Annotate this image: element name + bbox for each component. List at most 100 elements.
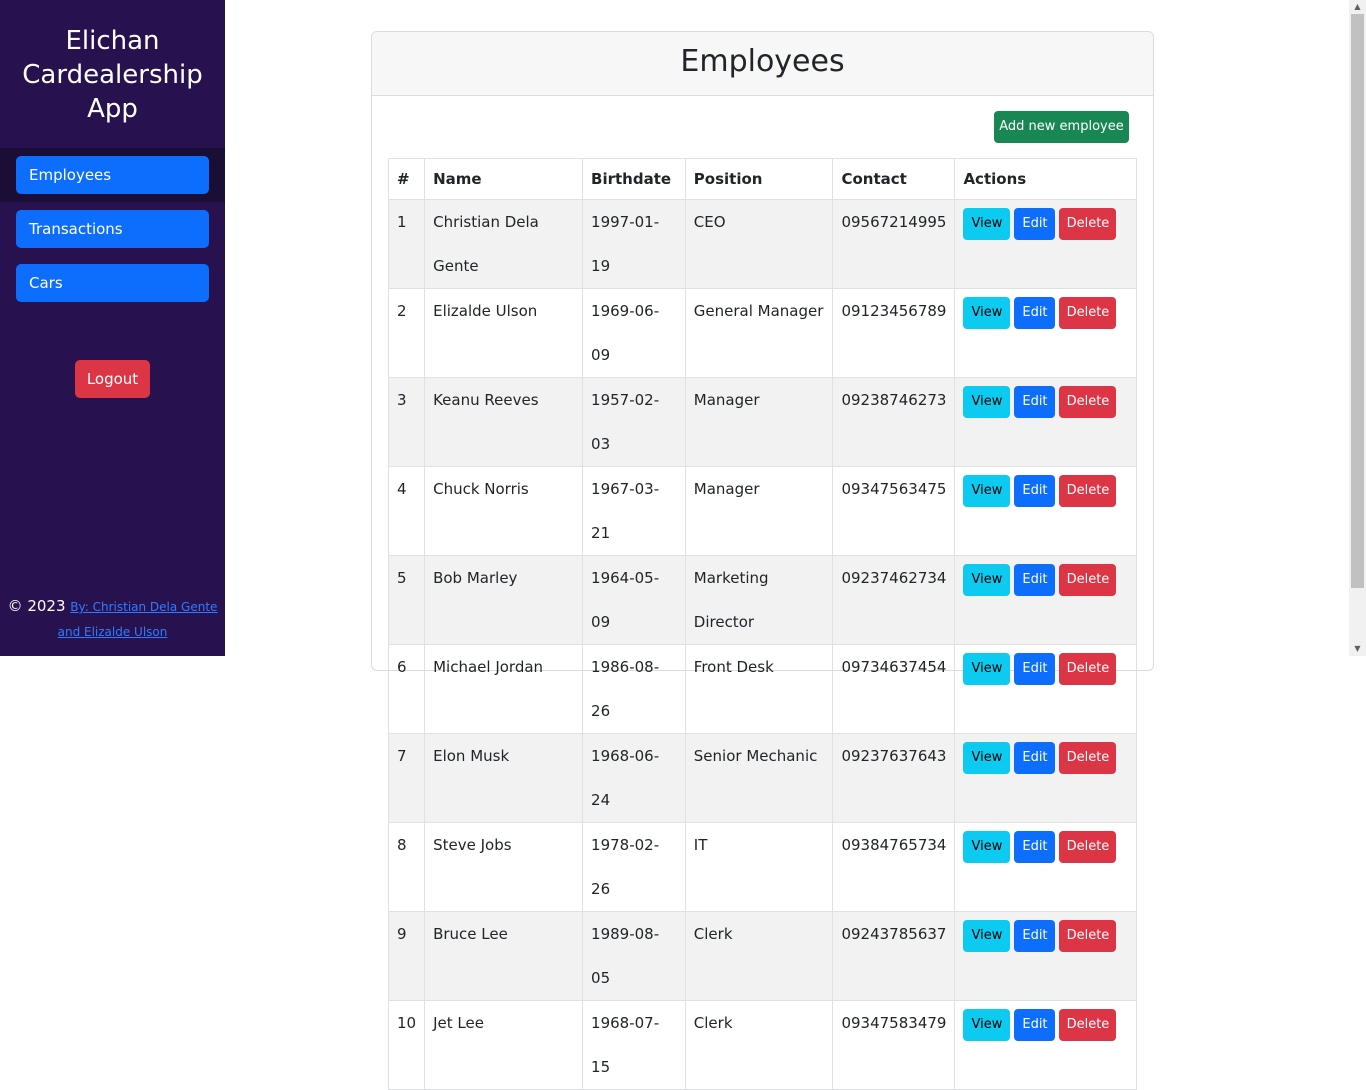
delete-button[interactable]: Delete [1059,742,1117,774]
cell-position: Front Desk [684,644,834,734]
cell-position: Clerk [684,911,834,1001]
view-button[interactable]: View [963,920,1011,952]
delete-button[interactable]: Delete [1059,208,1117,240]
cell-position: CEO [684,199,834,289]
nav-transactions-button[interactable]: Transactions [16,210,209,248]
view-button[interactable]: View [963,386,1011,418]
column-header-position: Position [684,158,834,200]
cell-actions: View Edit Delete [954,377,1137,467]
column-header-name: Name [424,158,584,200]
cell-name: Bob Marley [424,555,584,645]
cell-birthdate: 1969-06-09 [582,288,686,378]
table-row: 9 Bruce Lee 1989-08-05 Clerk 09243785637 View… [387,911,1137,1001]
cell-contact: 09384765734 [832,822,956,912]
cell-actions: View Edit Delete [954,199,1137,289]
add-employee-button[interactable]: Add new employee [994,111,1129,143]
delete-button[interactable]: Delete [1059,297,1117,329]
view-button[interactable]: View [963,564,1011,596]
page-title: Employees [372,32,1153,96]
edit-button[interactable]: Edit [1014,1009,1056,1041]
cell-actions: View Edit Delete [954,288,1137,378]
app-title-line: Cardealership [22,60,203,90]
cell-birthdate: 1968-07-15 [582,1000,686,1090]
view-button[interactable]: View [963,208,1011,240]
edit-button[interactable]: Edit [1014,831,1056,863]
edit-button[interactable]: Edit [1014,297,1056,329]
cell-id: 7 [387,733,426,823]
logout-button[interactable]: Logout [75,360,150,398]
nav-cars-button[interactable]: Cars [16,264,209,302]
delete-button[interactable]: Delete [1059,475,1117,507]
table-row: 6 Michael Jordan 1986-08-26 Front Desk 09734… [387,644,1137,734]
cell-name: Steve Jobs [424,822,584,912]
table-row: 10 Jet Lee 1968-07-15 Clerk 09347583479 View E… [387,1000,1137,1090]
table-header-row: # Name Birthdate Position Contact Action… [387,158,1137,200]
table-row: 5 Bob Marley 1964-05-09 Marketing Director 0… [387,555,1137,645]
view-button[interactable]: View [963,653,1011,685]
cell-contact: 09567214995 [832,199,956,289]
view-button[interactable]: View [963,475,1011,507]
delete-button[interactable]: Delete [1059,653,1117,685]
view-button[interactable]: View [963,742,1011,774]
cell-id: 4 [387,466,426,556]
app-title: Elichan Cardealership App [0,24,225,126]
scrollbar-thumb[interactable] [1351,14,1364,588]
cell-contact: 09123456789 [832,288,956,378]
cell-birthdate: 1968-06-24 [582,733,686,823]
cell-actions: View Edit Delete [954,911,1137,1001]
cell-name: Bruce Lee [424,911,584,1001]
delete-button[interactable]: Delete [1059,386,1117,418]
table-row: 2 Elizalde Ulson 1969-06-09 General Manager… [387,288,1137,378]
delete-button[interactable]: Delete [1059,564,1117,596]
cell-actions: View Edit Delete [954,1000,1137,1090]
column-header-actions: Actions [954,158,1137,200]
scroll-down-icon[interactable]: ▼ [1349,642,1366,656]
app-title-line: Elichan [65,26,160,56]
scroll-up-icon[interactable]: ▲ [1349,0,1366,14]
cell-actions: View Edit Delete [954,733,1137,823]
cell-contact: 09238746273 [832,377,956,467]
table-row: 7 Elon Musk 1968-06-24 Senior Mechanic 09237… [387,733,1137,823]
cell-position: General Manager [684,288,834,378]
cell-actions: View Edit Delete [954,822,1137,912]
cell-birthdate: 1964-05-09 [582,555,686,645]
cell-id: 10 [387,1000,426,1090]
sidebar: Elichan Cardealership App Employees Tran… [0,0,225,656]
cell-name: Chuck Norris [424,466,584,556]
cell-contact: 09243785637 [832,911,956,1001]
copyright-text: © 2023 [7,597,66,615]
delete-button[interactable]: Delete [1059,831,1117,863]
cell-position: Manager [684,466,834,556]
edit-button[interactable]: Edit [1014,475,1056,507]
cell-name: Christian Dela Gente [424,199,584,289]
table-row: 1 Christian Dela Gente 1997-01-19 CEO 095672… [387,199,1137,289]
edit-button[interactable]: Edit [1014,564,1056,596]
cell-contact: 09347583479 [832,1000,956,1090]
table-row: 4 Chuck Norris 1967-03-21 Manager 0934756347… [387,466,1137,556]
edit-button[interactable]: Edit [1014,653,1056,685]
nav-employees-button[interactable]: Employees [16,156,209,194]
cell-contact: 09237637643 [832,733,956,823]
edit-button[interactable]: Edit [1014,742,1056,774]
authors-link[interactable]: By: Christian Dela Gente and Elizalde Ul… [58,600,218,639]
cell-name: Michael Jordan [424,644,584,734]
cell-contact: 09237462734 [832,555,956,645]
page-scrollbar[interactable]: ▲ ▼ [1349,0,1366,656]
cell-actions: View Edit Delete [954,555,1137,645]
employees-card: Employees Add new employee # Name Birthd… [371,31,1154,1090]
view-button[interactable]: View [963,831,1011,863]
cell-contact: 09347563475 [832,466,956,556]
delete-button[interactable]: Delete [1059,920,1117,952]
cell-contact: 09734637454 [832,644,956,734]
cell-name: Jet Lee [424,1000,584,1090]
view-button[interactable]: View [963,1009,1011,1041]
edit-button[interactable]: Edit [1014,386,1056,418]
cell-id: 5 [387,555,426,645]
edit-button[interactable]: Edit [1014,920,1056,952]
delete-button[interactable]: Delete [1059,1009,1117,1041]
edit-button[interactable]: Edit [1014,208,1056,240]
cell-position: Clerk [684,1000,834,1090]
column-header-id: # [387,158,426,200]
view-button[interactable]: View [963,297,1011,329]
cell-id: 2 [387,288,426,378]
